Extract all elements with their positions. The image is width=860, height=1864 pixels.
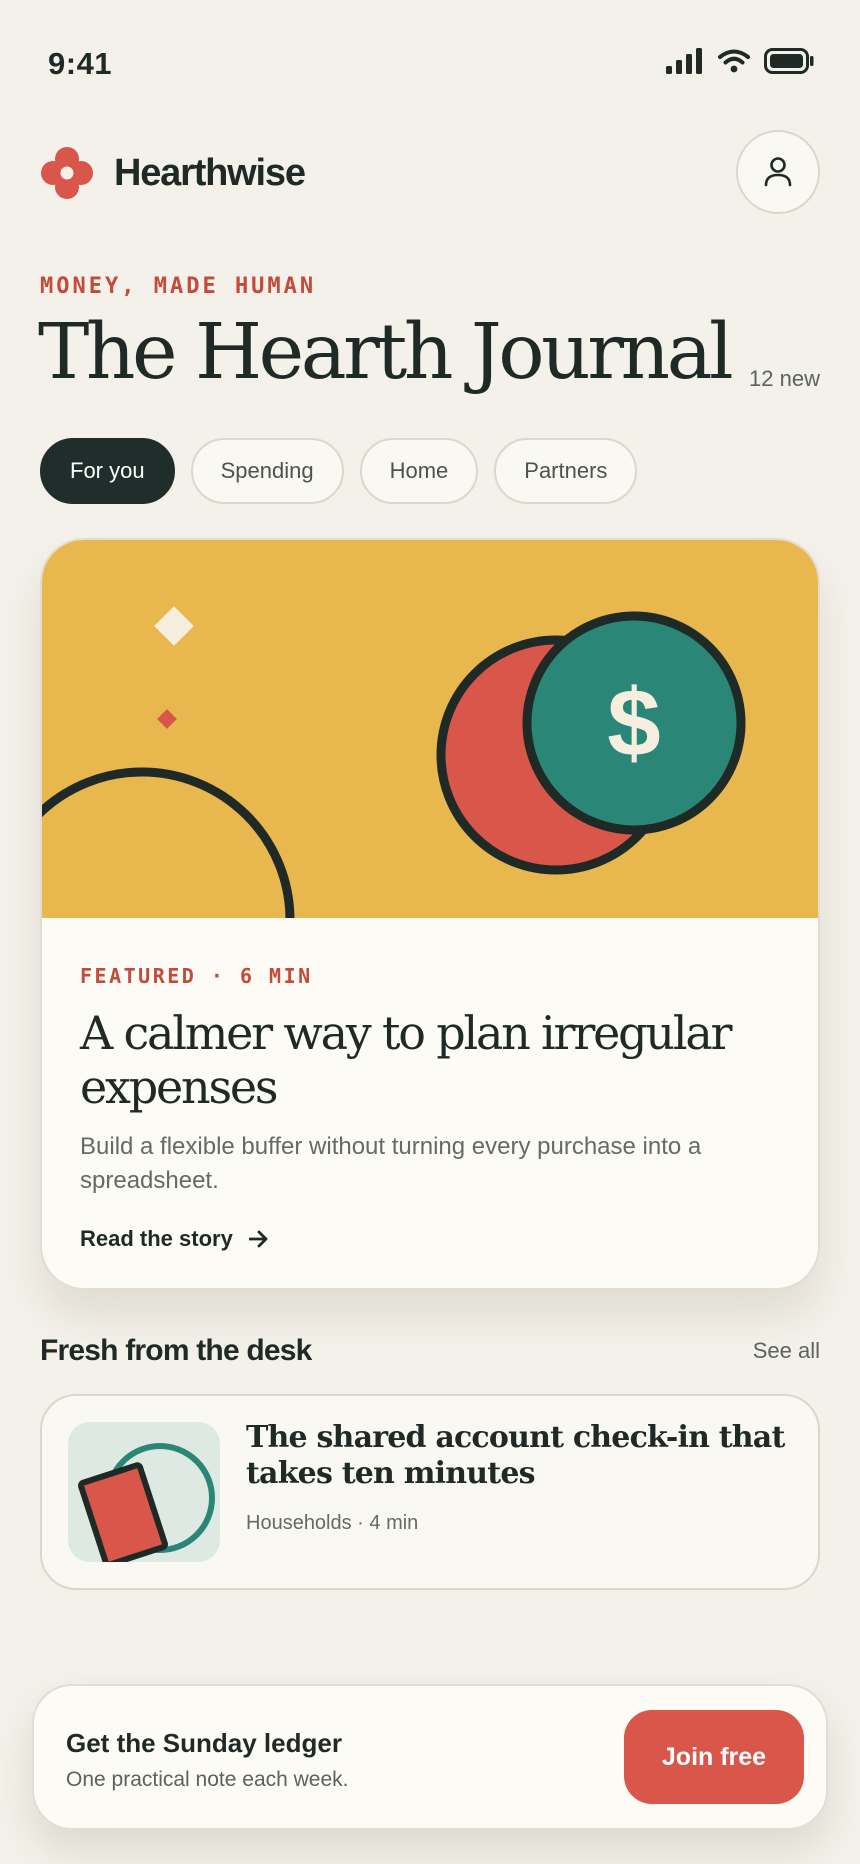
featured-title: A calmer way to plan irregular expenses [80, 1006, 733, 1114]
arrow-right-icon [248, 1230, 268, 1248]
join-free-button[interactable]: Join free [624, 1710, 804, 1804]
dollar-sign: $ [607, 669, 660, 776]
read-story-label: Read the story [80, 1226, 233, 1251]
article-meta: Households · 4 min [246, 1512, 419, 1534]
profile-button[interactable] [736, 130, 820, 214]
tab-spending[interactable]: Spending [190, 438, 344, 504]
section-header: Fresh from the desk See all [40, 1334, 820, 1374]
article-thumbnail [68, 1422, 220, 1562]
arc-shape [42, 767, 295, 1073]
status-time: 9:41 [48, 46, 113, 81]
featured-body: FEATURED · 6 MIN A calmer way to plan ir… [80, 964, 790, 1252]
wifi-icon [718, 49, 750, 73]
featured-meta: FEATURED · 6 MIN [80, 964, 313, 988]
brand[interactable]: Hearthwise [40, 146, 306, 200]
brand-name: Hearthwise [114, 151, 306, 194]
featured-card[interactable]: $ FEATURED · 6 MIN A calmer way to plan … [40, 538, 820, 1290]
newsletter-subtitle: One practical note each week. [66, 1768, 349, 1791]
battery-icon [764, 48, 814, 74]
newsletter-title: Get the Sunday ledger [66, 1728, 342, 1758]
flower-logo-icon [41, 147, 93, 199]
status-icons [666, 48, 814, 74]
read-story-link[interactable]: Read the story [80, 1226, 790, 1252]
tab-partners[interactable]: Partners [494, 438, 638, 504]
featured-description: Build a flexible buffer without turning … [80, 1133, 702, 1194]
filter-tabs: For you Spending Home Partners [40, 438, 638, 504]
article-title: The shared account check-in that takes t… [246, 1420, 785, 1491]
new-count: 12 new [749, 366, 820, 391]
diamond-shape [154, 606, 194, 646]
signal-icon [666, 48, 702, 74]
tab-home[interactable]: Home [359, 438, 479, 504]
article-card[interactable]: The shared account check-in that takes t… [40, 1394, 820, 1590]
user-icon [764, 157, 792, 187]
featured-illustration: $ [42, 540, 818, 1073]
page-title: The Hearth Journal [38, 308, 734, 397]
see-all-link[interactable]: See all [753, 1338, 820, 1364]
eyebrow-label: MONEY, MADE HUMAN [40, 274, 317, 299]
app-header: Hearthwise [40, 130, 820, 214]
section-title: Fresh from the desk [40, 1334, 312, 1367]
small-diamond-shape [157, 709, 177, 729]
status-bar: 9:41 [0, 0, 860, 120]
tab-for-you[interactable]: For you [40, 438, 175, 504]
newsletter-banner: Get the Sunday ledger One practical note… [32, 1684, 828, 1830]
